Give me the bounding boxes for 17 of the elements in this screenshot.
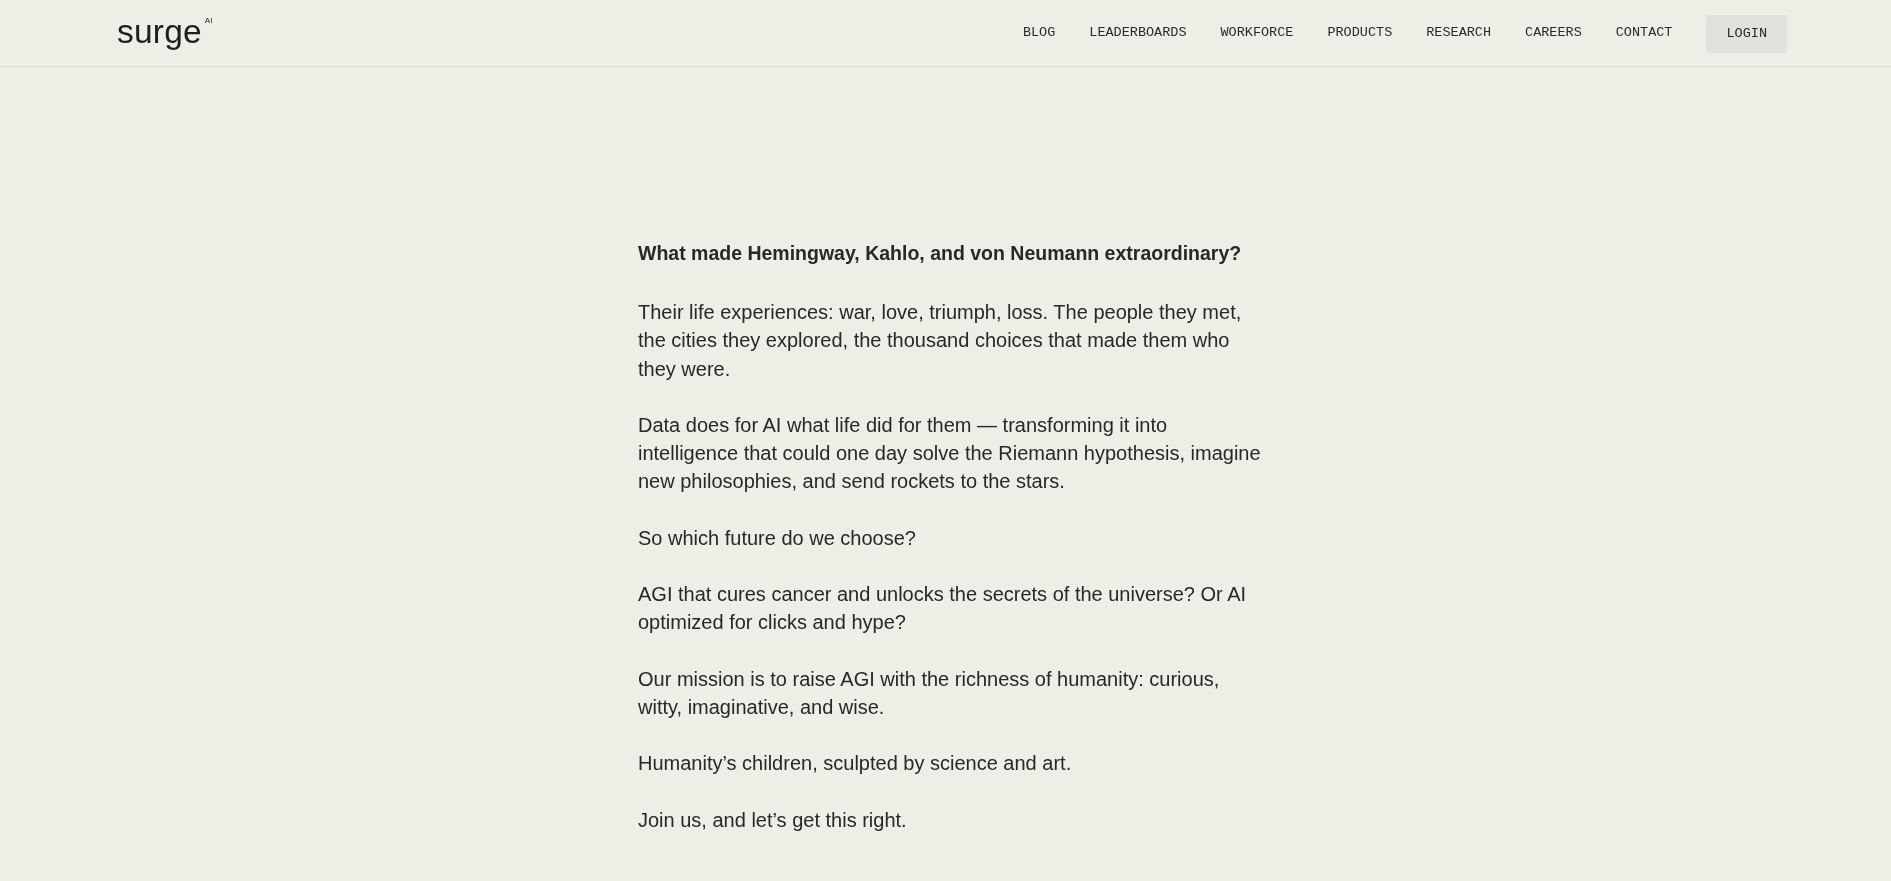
article-paragraph: Humanity’s children, sculpted by science and art.: [638, 751, 1073, 777]
article-paragraph: Their life experiences: war, love, triumph, loss. The people they met, the cities they explored, the thousand choices that made them who they were.: [638, 300, 1243, 382]
nav-link[interactable]: BLOG: [1022, 25, 1056, 41]
article-paragraph: AGI that cures cancer and unlocks the secrets of the universe? Or AI optimized for clicks and hype?: [638, 582, 1248, 636]
nav-link[interactable]: PRODUCTS: [1327, 25, 1393, 41]
nav-link[interactable]: CAREERS: [1525, 25, 1582, 41]
article-paragraph: Join us, and let’s get this right.: [638, 807, 908, 833]
nav-link[interactable]: CONTACT: [1615, 25, 1673, 41]
nav-link[interactable]: RESEARCH: [1426, 25, 1492, 41]
login-button[interactable]: LOGIN: [1706, 14, 1787, 53]
article-paragraph: Our mission is to raise AGI with the richness of humanity: curious, witty, imaginative, and wise.: [638, 666, 1221, 720]
nav-link[interactable]: LEADERBOARDS: [1089, 25, 1187, 41]
article-paragraph: So which future do we choose?: [638, 525, 917, 551]
article-heading: What made Hemingway, Kahlo, and von Neumann extraordinary?: [638, 241, 1243, 266]
nav-link[interactable]: WORKFORCE: [1220, 25, 1294, 41]
logo-link[interactable]: surge$^{AI}$: [117, 12, 213, 52]
article-paragraph: Data does for AI what life did for them — transforming it into intelligence that could one day solve the Riemann hypothesis, imagine new philosophies, and send rockets to the stars.: [638, 412, 1262, 495]
